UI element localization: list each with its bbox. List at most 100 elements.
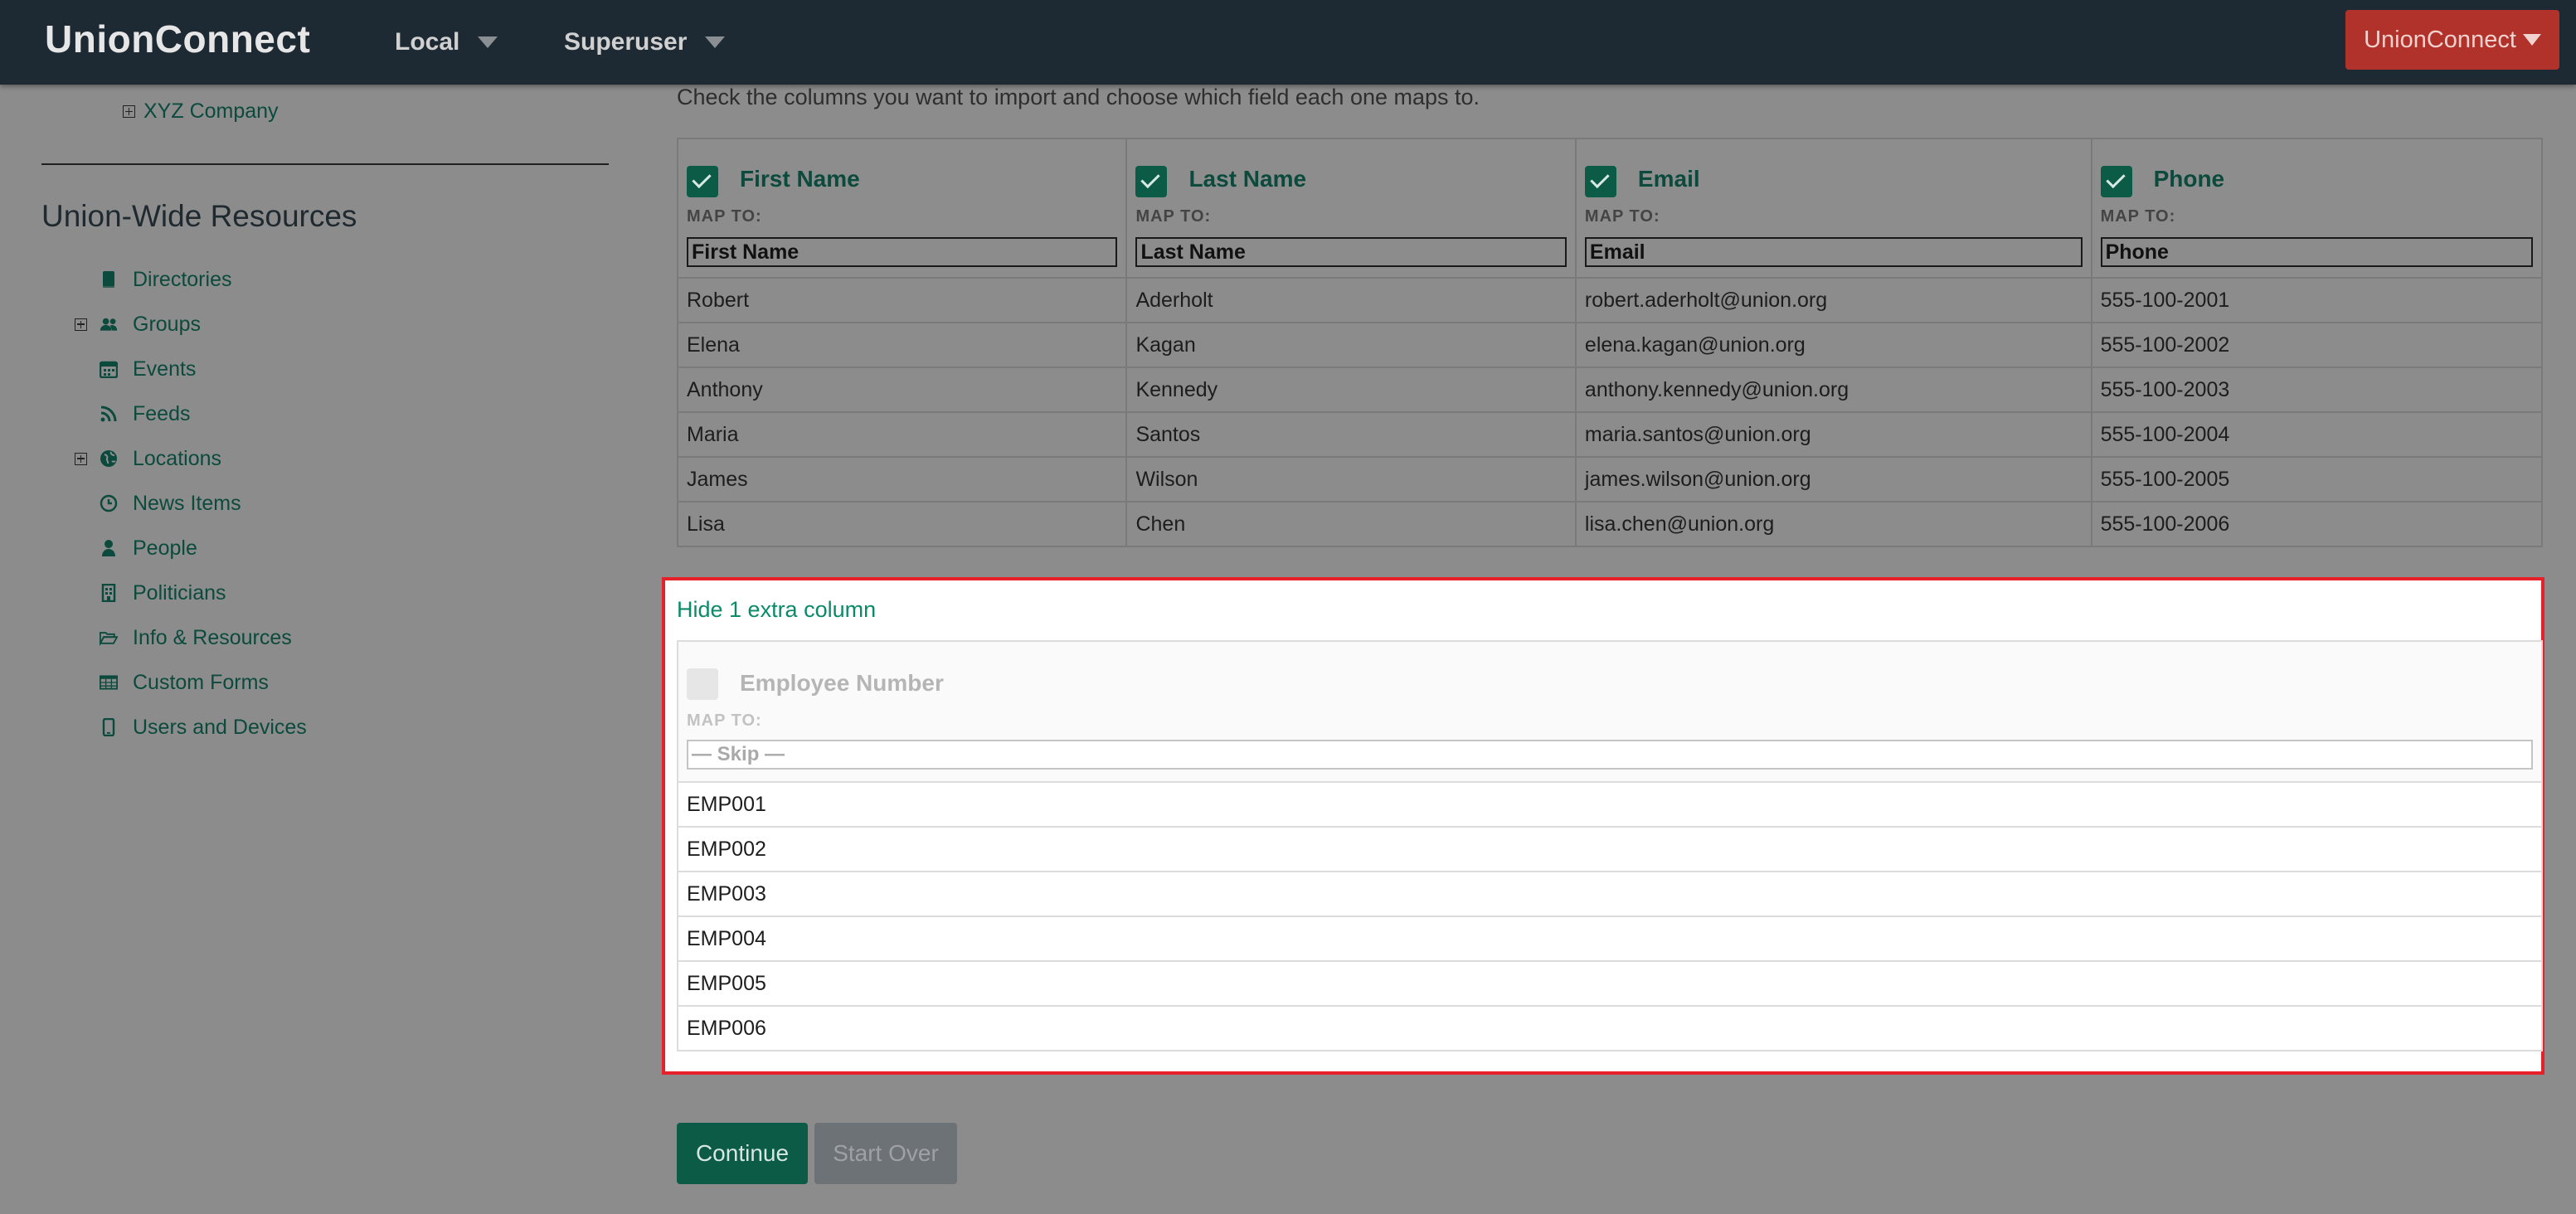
superuser-menu[interactable]: Superuser <box>564 28 725 56</box>
table-cell: EMP004 <box>678 916 2542 961</box>
column-header-phone: Phone MAP TO: Phone <box>2092 138 2542 278</box>
local-menu-label: Local <box>395 28 459 56</box>
sidebar-item-label: Events <box>133 357 196 381</box>
column-checkbox[interactable] <box>687 668 718 700</box>
users-icon <box>100 315 118 333</box>
expand-icon[interactable] <box>75 318 87 331</box>
table-row: EMP004 <box>678 916 2542 961</box>
table-cell: Robert <box>678 278 1126 323</box>
sidebar-item-label: Feeds <box>133 402 190 426</box>
column-mapping-table: First Name MAP TO: First Name Last Name … <box>677 138 2543 547</box>
brand-logo[interactable]: UnionConnect <box>45 17 310 61</box>
table-cell: 555-100-2001 <box>2092 278 2542 323</box>
sidebar-item-label: Info & Resources <box>133 626 292 650</box>
caret-down-icon <box>2523 34 2541 46</box>
table-cell: Aderholt <box>1126 278 1575 323</box>
column-header-first-name: First Name MAP TO: First Name <box>678 138 1126 278</box>
local-menu[interactable]: Local <box>395 28 498 56</box>
table-cell: Elena <box>678 323 1126 367</box>
globe-icon <box>100 449 118 468</box>
table-cell: lisa.chen@union.org <box>1576 502 2092 546</box>
map-to-select[interactable]: Last Name <box>1135 237 1566 267</box>
table-row: EMP001 <box>678 782 2542 827</box>
map-to-label: MAP TO: <box>687 207 762 226</box>
column-header-email: Email MAP TO: Email <box>1576 138 2092 278</box>
org-switcher-button[interactable]: UnionConnect <box>2345 10 2559 70</box>
table-row: James Wilson james.wilson@union.org 555-… <box>678 457 2542 502</box>
expand-icon[interactable] <box>75 453 87 465</box>
table-cell: 555-100-2003 <box>2092 367 2542 412</box>
table-cell: 555-100-2005 <box>2092 457 2542 502</box>
table-cell: Anthony <box>678 367 1126 412</box>
table-row: Lisa Chen lisa.chen@union.org 555-100-20… <box>678 502 2542 546</box>
table-cell: EMP005 <box>678 961 2542 1006</box>
table-cell: anthony.kennedy@union.org <box>1576 367 2092 412</box>
table-cell: Wilson <box>1126 457 1575 502</box>
column-header-employee-number: Employee Number MAP TO: — Skip — <box>678 641 2542 782</box>
map-to-select[interactable]: Email <box>1585 237 2083 267</box>
column-name: Phone <box>2154 166 2225 192</box>
expand-icon[interactable] <box>123 105 135 118</box>
import-instructions: Check the columns you want to import and… <box>677 85 1480 110</box>
column-checkbox[interactable] <box>1135 166 1167 197</box>
table-cell: EMP002 <box>678 827 2542 872</box>
table-cell: Santos <box>1126 412 1575 457</box>
clock-icon <box>100 494 118 512</box>
table-cell: maria.santos@union.org <box>1576 412 2092 457</box>
map-to-label: MAP TO: <box>2101 207 2176 226</box>
sidebar-item-label: Custom Forms <box>133 671 269 695</box>
map-to-select[interactable]: First Name <box>687 237 1117 267</box>
table-row: EMP005 <box>678 961 2542 1006</box>
sidebar-item-xyz-company[interactable]: XYZ Company <box>123 100 279 124</box>
column-name: Email <box>1638 166 1700 192</box>
folder-open-icon <box>100 629 118 647</box>
sidebar-divider <box>41 163 609 165</box>
hide-extra-columns-link[interactable]: Hide 1 extra column <box>677 597 876 623</box>
start-over-button[interactable]: Start Over <box>814 1123 957 1184</box>
column-name: First Name <box>740 166 860 192</box>
table-cell: EMP001 <box>678 782 2542 827</box>
table-cell: Lisa <box>678 502 1126 546</box>
table-cell: James <box>678 457 1126 502</box>
map-to-select[interactable]: Phone <box>2101 237 2533 267</box>
column-checkbox[interactable] <box>687 166 718 197</box>
sidebar-item-label: XYZ Company <box>143 100 279 124</box>
table-row: Anthony Kennedy anthony.kennedy@union.or… <box>678 367 2542 412</box>
table-cell: Maria <box>678 412 1126 457</box>
main-content: Check the columns you want to import and… <box>644 85 2576 1214</box>
table-cell: robert.aderholt@union.org <box>1576 278 2092 323</box>
table-row: Maria Santos maria.santos@union.org 555-… <box>678 412 2542 457</box>
map-to-select[interactable]: — Skip — <box>687 740 2533 770</box>
table-cell: Chen <box>1126 502 1575 546</box>
calendar-icon <box>100 360 118 378</box>
map-to-label: MAP TO: <box>1135 207 1211 226</box>
table-row: EMP003 <box>678 872 2542 916</box>
sidebar-item-label: Users and Devices <box>133 716 307 740</box>
table-row: Elena Kagan elena.kagan@union.org 555-10… <box>678 323 2542 367</box>
table-cell: EMP006 <box>678 1006 2542 1051</box>
table-row: EMP006 <box>678 1006 2542 1051</box>
sidebar-item-label: Locations <box>133 447 221 471</box>
sidebar-item-label: People <box>133 537 197 561</box>
column-header-last-name: Last Name MAP TO: Last Name <box>1126 138 1575 278</box>
table-cell: james.wilson@union.org <box>1576 457 2092 502</box>
map-to-label: MAP TO: <box>1585 207 1660 226</box>
mobile-icon <box>100 718 118 736</box>
table-cell: 555-100-2004 <box>2092 412 2542 457</box>
map-to-label: MAP TO: <box>687 711 762 731</box>
column-name: Employee Number <box>740 670 944 697</box>
top-navbar: UnionConnect Local Superuser UnionConnec… <box>0 0 2576 85</box>
caret-down-icon <box>478 36 498 48</box>
column-checkbox[interactable] <box>1585 166 1616 197</box>
table-row: Robert Aderholt robert.aderholt@union.or… <box>678 278 2542 323</box>
person-icon <box>100 539 118 557</box>
continue-button[interactable]: Continue <box>677 1123 808 1184</box>
sidebar: XYZ Company Union-Wide Resources Directo… <box>0 85 644 1214</box>
column-checkbox[interactable] <box>2101 166 2132 197</box>
book-icon <box>100 270 118 289</box>
table-cell: Kagan <box>1126 323 1575 367</box>
table-cell: EMP003 <box>678 872 2542 916</box>
table-row: EMP002 <box>678 827 2542 872</box>
sidebar-item-label: News Items <box>133 492 241 516</box>
table-cell: Kennedy <box>1126 367 1575 412</box>
